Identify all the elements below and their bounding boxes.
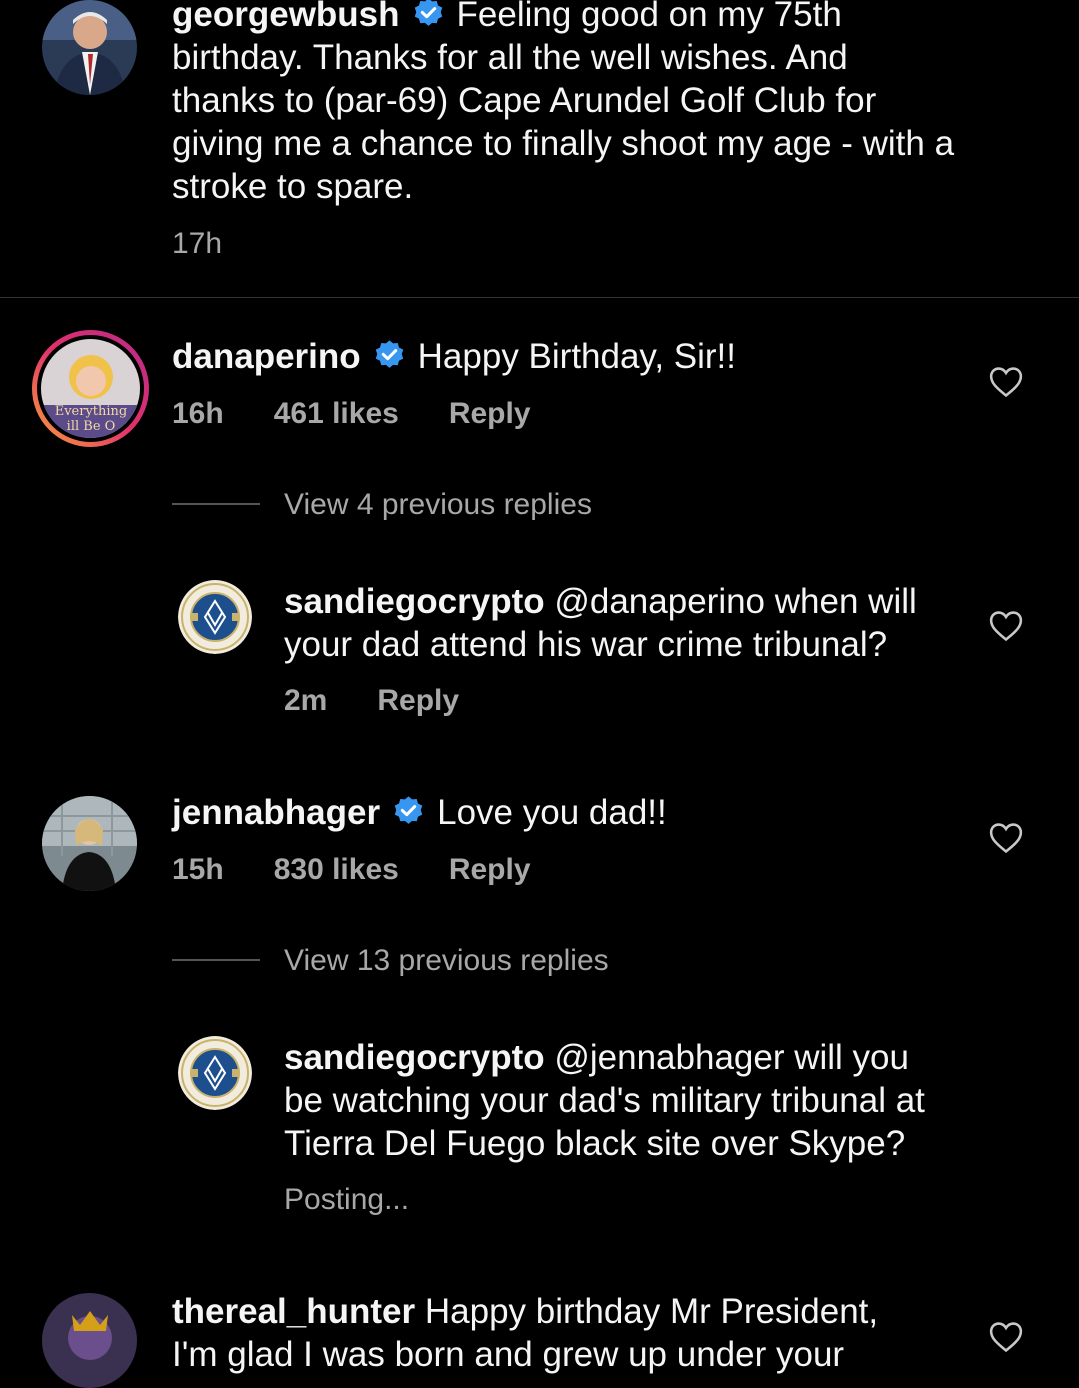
caption-text-line1: Feeling good on my 75th: [456, 0, 842, 34]
thereal_hunter-username[interactable]: thereal_hunter: [172, 1292, 415, 1331]
avatar-book-title-line1: Everything: [54, 404, 128, 419]
jennabhager-like-count[interactable]: 830 likes: [274, 853, 399, 886]
jennabhager-avatar-image: [42, 796, 137, 891]
sandiegocrypto-reply-button[interactable]: Reply: [377, 684, 459, 717]
danaperino-comment-text: Happy Birthday, Sir!!: [417, 337, 737, 376]
caption-time: 17h: [172, 227, 223, 260]
verified-badge-icon: [375, 340, 403, 368]
view-previous-replies-jenna[interactable]: View 13 previous replies: [284, 944, 609, 978]
reply-text-line1: will you: [794, 1038, 909, 1077]
posting-status: Posting...: [284, 1183, 410, 1216]
danaperino-reply-button[interactable]: Reply: [449, 397, 531, 430]
thereal_hunter-avatar-image: [42, 1293, 137, 1388]
danaperino-avatar[interactable]: Everything ill Be O: [32, 330, 149, 447]
thereal_hunter-comment-text: Happy birthday Mr President,: [424, 1292, 879, 1331]
danaperino-comment-time: 16h: [172, 397, 224, 430]
heart-icon[interactable]: [989, 1321, 1023, 1353]
view-replies-line: [172, 959, 260, 961]
jennabhager-avatar[interactable]: [42, 796, 137, 891]
reply-text-line2: be watching your dad's military tribunal…: [284, 1081, 925, 1120]
jennabhager-comment-time: 15h: [172, 853, 224, 886]
heart-icon[interactable]: [989, 610, 1023, 642]
reply-mention-jennabhager[interactable]: @jennabhager: [554, 1038, 784, 1077]
thereal_hunter-comment-text-line2: I'm glad I was born and grew up under yo…: [172, 1335, 845, 1374]
sandiegocrypto-username[interactable]: sandiegocrypto: [284, 1038, 545, 1077]
reply-text-line2: your dad attend his war crime tribunal?: [284, 625, 888, 664]
caption-text-line4: giving me a chance to finally shoot my a…: [172, 124, 955, 163]
georgewbush-avatar-image: [42, 0, 137, 95]
reply-text-line3: Tierra Del Fuego black site over Skype?: [284, 1124, 906, 1163]
heart-icon[interactable]: [989, 366, 1023, 398]
caption-divider: [0, 297, 1079, 298]
view-previous-replies-dana[interactable]: View 4 previous replies: [284, 488, 592, 522]
avatar-book-title-line2: ill Be O: [66, 419, 116, 434]
verified-badge-icon: [414, 0, 442, 26]
seal-icon: [178, 580, 252, 654]
danaperino-like-count[interactable]: 461 likes: [274, 397, 399, 430]
seal-icon: [178, 1036, 252, 1110]
danaperino-username[interactable]: danaperino: [172, 337, 361, 376]
jennabhager-reply-button[interactable]: Reply: [449, 853, 531, 886]
caption-username[interactable]: georgewbush: [172, 0, 400, 34]
jennabhager-username[interactable]: jennabhager: [172, 793, 380, 832]
caption-text-line3: thanks to (par-69) Cape Arundel Golf Clu…: [172, 81, 877, 120]
sandiegocrypto-avatar[interactable]: [178, 1036, 252, 1110]
view-replies-line: [172, 503, 260, 505]
caption-text-line2: birthday. Thanks for all the well wishes…: [172, 38, 848, 77]
caption-text-line5: stroke to spare.: [172, 167, 414, 206]
sandiegocrypto-avatar[interactable]: [178, 580, 252, 654]
heart-icon[interactable]: [989, 822, 1023, 854]
georgewbush-avatar[interactable]: [42, 0, 137, 95]
reply-mention-danaperino[interactable]: @danaperino: [554, 582, 765, 621]
sandiegocrypto-reply-time: 2m: [284, 684, 328, 717]
sandiegocrypto-username[interactable]: sandiegocrypto: [284, 582, 545, 621]
verified-badge-icon: [394, 796, 423, 824]
reply-text-line1: when will: [774, 582, 917, 621]
thereal_hunter-avatar[interactable]: [42, 1293, 137, 1388]
jennabhager-comment-text: Love you dad!!: [437, 793, 667, 832]
